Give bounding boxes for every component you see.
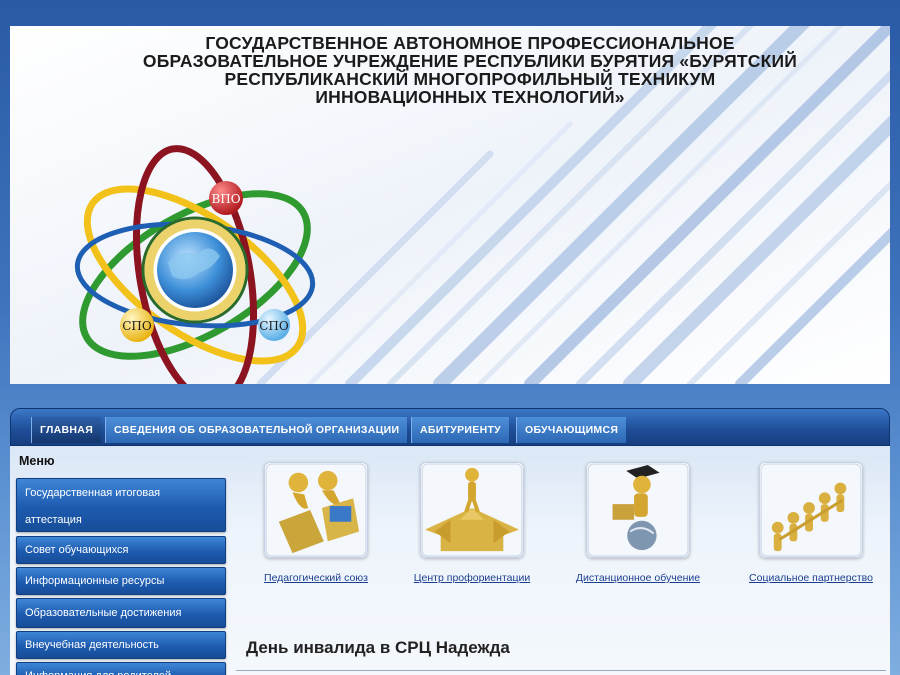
sidebar-item-label: Внеучебная деятельность [25, 639, 159, 651]
sidebar-item-label: Образовательные достижения [25, 607, 182, 619]
institution-title-line: РЕСПУБЛИКАНСКИЙ МНОГОПРОФИЛЬНЫЙ ТЕХНИКУМ [224, 69, 716, 89]
nav-item-home[interactable]: ГЛАВНАЯ [31, 417, 102, 443]
people-chain-icon[interactable] [759, 462, 863, 558]
sidebar-item-student-council[interactable]: Совет обучающихся [16, 536, 226, 564]
main-content: Меню Государственная итоговая аттестация… [10, 446, 890, 675]
tile-pedagogical-union[interactable]: Педагогический союз [231, 462, 401, 584]
news-divider [236, 670, 886, 671]
sidebar-item-information-resources[interactable]: Информационные ресурсы [16, 567, 226, 595]
institution-title-line: ГОСУДАРСТВЕННОЕ АВТОНОМНОЕ ПРОФЕССИОНАЛЬ… [205, 33, 735, 53]
main-navigation: ГЛАВНАЯ СВЕДЕНИЯ ОБ ОБРАЗОВАТЕЛЬНОЙ ОРГА… [10, 408, 890, 446]
tile-link[interactable]: Социальное партнерство [726, 572, 896, 584]
tile-link[interactable]: Центр профориентации [387, 572, 557, 584]
tile-social-partnership[interactable]: Социальное партнерство [726, 462, 896, 584]
spo-badge-label: СПО [122, 319, 152, 333]
teamwork-laptop-icon[interactable] [264, 462, 368, 558]
crossroads-arrows-icon[interactable] [420, 462, 524, 558]
sidebar-menu-title: Меню [19, 454, 55, 468]
vpo-badge-label: ВПО [211, 192, 240, 206]
sidebar-item-label: Совет обучающихся [25, 544, 129, 556]
news-headline[interactable]: День инвалида в СРЦ Надежда [246, 638, 510, 658]
tile-distance-learning[interactable]: Дистанционное обучение [553, 462, 723, 584]
institution-title: ГОСУДАРСТВЕННОЕ АВТОНОМНОЕ ПРОФЕССИОНАЛЬ… [70, 34, 870, 106]
header-banner: ГОСУДАРСТВЕННОЕ АВТОНОМНОЕ ПРОФЕССИОНАЛЬ… [10, 26, 890, 384]
sidebar-item-state-final-attestation[interactable]: Государственная итоговая аттестация [16, 478, 226, 532]
sidebar-item-label: аттестация [25, 514, 82, 526]
sidebar-item-label: Информация для родителей [25, 663, 225, 675]
feature-tiles: Педагогический союз Центр профориентации [242, 462, 882, 592]
spo-badge-label: СПО [259, 319, 289, 333]
institution-title-line: ИННОВАЦИОННЫХ ТЕХНОЛОГИЙ» [315, 87, 625, 107]
tile-link[interactable]: Дистанционное обучение [553, 572, 723, 584]
tile-link[interactable]: Педагогический союз [231, 572, 401, 584]
nav-item-organization-info[interactable]: СВЕДЕНИЯ ОБ ОБРАЗОВАТЕЛЬНОЙ ОРГАНИЗАЦИИ [105, 417, 408, 443]
sidebar-item-educational-achievements[interactable]: Образовательные достижения [16, 598, 226, 628]
sidebar-item-label: Государственная итоговая [25, 487, 161, 499]
nav-item-applicants[interactable]: АБИТУРИЕНТУ [411, 417, 510, 443]
sidebar-item-extracurricular-activities[interactable]: Внеучебная деятельность [16, 631, 226, 659]
sidebar-item-parents-info[interactable]: Информация для родителей [16, 662, 226, 675]
sidebar-item-label: Информационные ресурсы [25, 575, 165, 587]
atom-emblem-logo: ВПО СПО СПО [74, 145, 316, 384]
tile-career-guidance[interactable]: Центр профориентации [387, 462, 557, 584]
institution-title-line: ОБРАЗОВАТЕЛЬНОЕ УЧРЕЖДЕНИЕ РЕСПУБЛИКИ БУ… [142, 51, 798, 71]
graduate-globe-icon[interactable] [586, 462, 690, 558]
nav-item-students[interactable]: ОБУЧАЮЩИМСЯ [516, 417, 627, 443]
